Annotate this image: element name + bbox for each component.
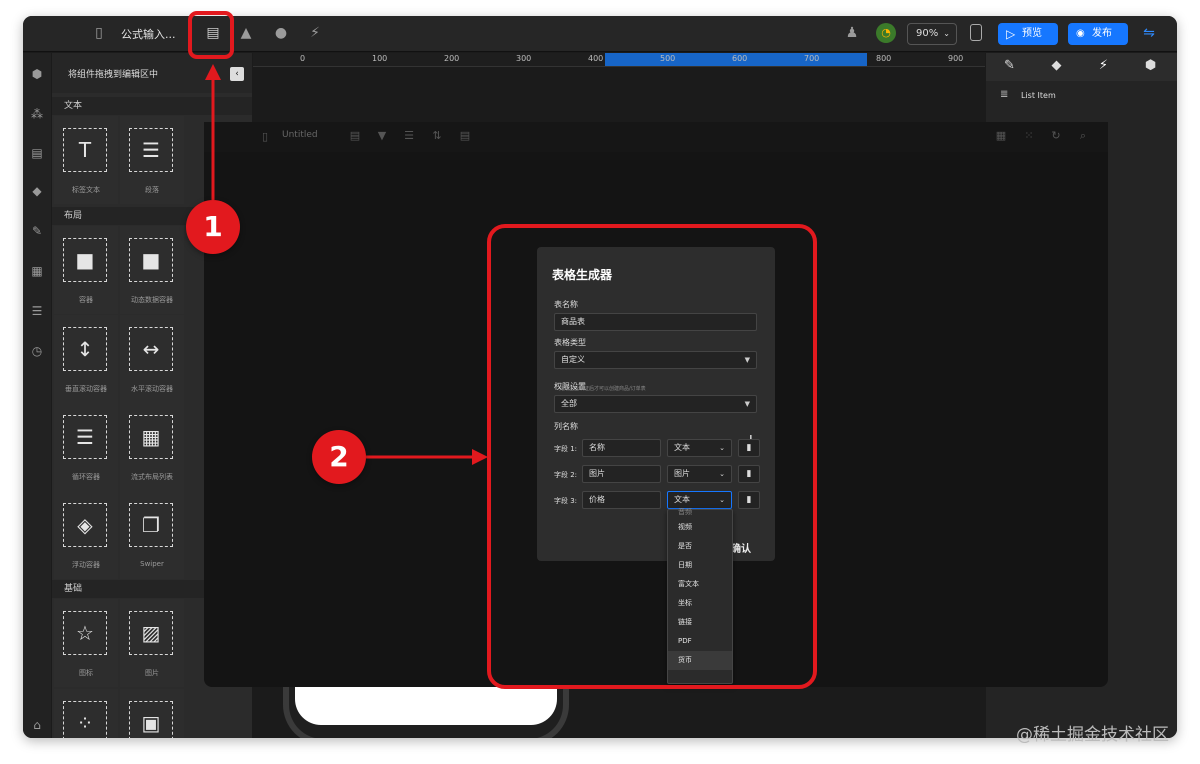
step-badge-2: 2	[312, 430, 366, 484]
callout-arrows	[205, 64, 488, 465]
step-badge-1: 1	[186, 200, 240, 254]
arrow-right-head	[472, 449, 488, 465]
watermark: @稀土掘金技术社区	[1016, 725, 1169, 745]
arrow-up-head	[205, 64, 221, 80]
